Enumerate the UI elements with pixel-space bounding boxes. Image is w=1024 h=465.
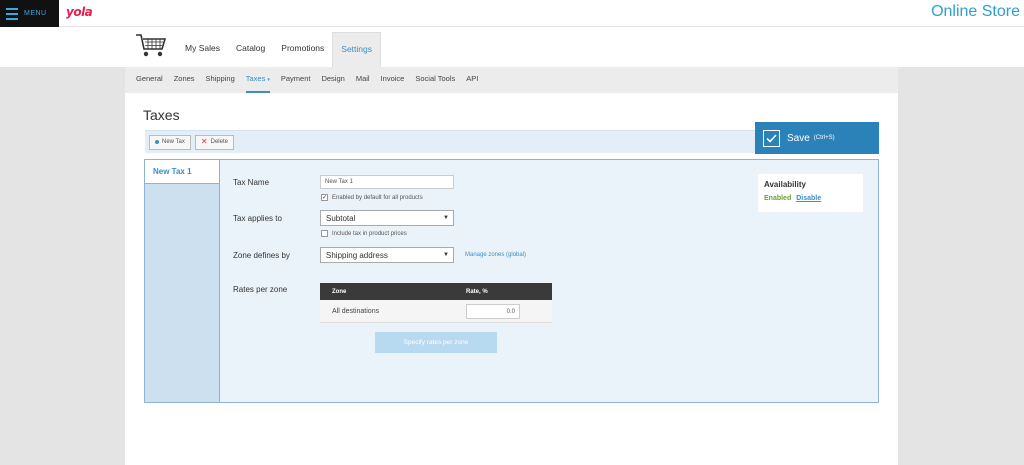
subnav-shipping[interactable]: Shipping [206, 67, 235, 93]
subnav-social-tools[interactable]: Social Tools [415, 67, 455, 93]
dropdown-arrow-icon: ▼ [443, 252, 449, 258]
table-row: All destinations 0.0 [320, 300, 552, 323]
applies-to-value: Subtotal [326, 214, 356, 223]
menu-label: MENU [24, 10, 47, 17]
settings-subnav: General Zones Shipping Taxes ▾ Payment De… [125, 67, 898, 93]
applies-to-label: Tax applies to [233, 214, 282, 223]
tax-list-item[interactable]: New Tax 1 [145, 160, 221, 184]
caret-down-icon: ▾ [267, 77, 270, 83]
page-title: Taxes [143, 107, 180, 123]
subnav-taxes-label: Taxes [245, 74, 266, 83]
disable-link[interactable]: Disable [796, 195, 821, 202]
availability-title: Availability [764, 180, 806, 189]
subnav-api[interactable]: API [466, 67, 478, 93]
applies-to-select[interactable]: Subtotal ▼ [320, 210, 454, 226]
enabled-default-checkbox[interactable]: ✓ [321, 194, 328, 201]
top-bar: MENU yola Online Store [0, 0, 1024, 27]
hamburger-icon [6, 7, 18, 20]
manage-zones-link[interactable]: Manage zones (global) [465, 252, 526, 258]
tax-name-label: Tax Name [233, 178, 270, 187]
subnav-design[interactable]: Design [321, 67, 344, 93]
add-dot-icon [155, 140, 159, 144]
include-tax-checkbox-row[interactable]: Include tax in product prices [321, 230, 407, 237]
save-label: Save [787, 132, 810, 144]
save-shortcut-hint: (Ctrl+S) [813, 135, 835, 141]
nav-settings[interactable]: Settings [332, 32, 381, 67]
delete-x-icon: ✕ [200, 137, 208, 146]
specify-rates-button[interactable]: Specify rates per zone [375, 332, 497, 353]
main-nav: My Sales Catalog Promotions Settings [0, 27, 1024, 67]
menu-button[interactable]: MENU [0, 0, 59, 27]
subnav-mail[interactable]: Mail [356, 67, 370, 93]
subnav-invoice[interactable]: Invoice [381, 67, 405, 93]
rates-table-header: Zone Rate, % [320, 283, 552, 300]
availability-status: Enabled [764, 195, 792, 202]
delete-label: Delete [210, 139, 228, 145]
subnav-taxes[interactable]: Taxes ▾ [245, 67, 270, 93]
enabled-default-label: Enabled by default for all products [332, 194, 423, 201]
zone-defines-select[interactable]: Shipping address ▼ [320, 247, 454, 263]
delete-button[interactable]: ✕ Delete [194, 134, 234, 150]
rates-table: Zone Rate, % All destinations 0.0 [320, 283, 552, 323]
availability-box: Availability Enabled Disable [758, 174, 863, 212]
nav-promotions[interactable]: Promotions [273, 32, 332, 67]
subnav-zones[interactable]: Zones [174, 67, 195, 93]
enabled-default-checkbox-row[interactable]: ✓ Enabled by default for all products [321, 194, 423, 201]
include-tax-label: Include tax in product prices [332, 230, 407, 237]
nav-my-sales[interactable]: My Sales [177, 32, 228, 67]
shopping-cart-icon [136, 34, 167, 57]
tax-name-input[interactable]: New Tax 1 [320, 175, 454, 189]
include-tax-checkbox[interactable] [321, 230, 328, 237]
col-rate: Rate, % [466, 288, 488, 295]
subnav-general[interactable]: General [136, 67, 163, 93]
site-title: Online Store [931, 3, 1020, 20]
rates-per-zone-label: Rates per zone [233, 285, 288, 294]
dropdown-arrow-icon: ▼ [443, 215, 449, 221]
col-zone: Zone [332, 288, 347, 295]
new-tax-button[interactable]: New Tax [149, 134, 191, 150]
checkmark-icon [763, 129, 780, 147]
nav-catalog[interactable]: Catalog [228, 32, 273, 67]
save-button[interactable]: Save (Ctrl+S) [755, 122, 879, 154]
rate-input[interactable]: 0.0 [466, 303, 520, 319]
zone-defines-value: Shipping address [326, 251, 388, 260]
tax-list-sidebar: New Tax 1 [144, 159, 221, 403]
new-tax-label: New Tax [162, 139, 185, 145]
zone-defines-label: Zone defines by [233, 251, 290, 260]
zone-cell: All destinations [332, 307, 380, 315]
yola-logo[interactable]: yola [66, 5, 93, 19]
subnav-payment[interactable]: Payment [281, 67, 311, 93]
